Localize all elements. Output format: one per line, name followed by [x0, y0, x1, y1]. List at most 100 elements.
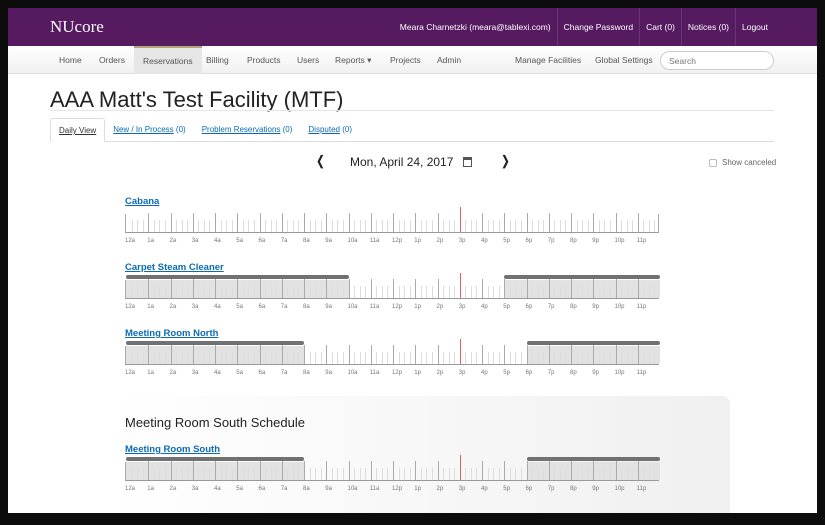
tick — [192, 345, 194, 364]
change-password-link[interactable]: Change Password — [556, 8, 639, 46]
tick — [632, 468, 634, 480]
user-name-link[interactable]: Meara Charnetzki (meara@tablexi.com) — [394, 8, 557, 46]
previous-day-button[interactable]: ❬ — [315, 153, 326, 169]
tick — [176, 220, 178, 232]
tab-problem-reservations[interactable]: Problem Reservations (0) — [194, 118, 301, 142]
hour-label: 1a — [147, 238, 154, 244]
nav-users[interactable]: Users — [297, 46, 319, 74]
tick — [142, 220, 144, 232]
timeline-bar[interactable] — [125, 207, 659, 233]
tick — [337, 286, 339, 298]
tick — [270, 286, 272, 298]
hour-label: 12p — [392, 370, 403, 376]
hour-label: 6p — [525, 486, 533, 492]
tick — [231, 286, 233, 298]
tick — [654, 352, 656, 364]
tick — [615, 345, 617, 364]
tick — [381, 352, 383, 364]
tick — [164, 286, 166, 298]
tick — [643, 220, 645, 232]
tab-disputed[interactable]: Disputed (0) — [300, 118, 360, 142]
nav-admin[interactable]: Admin — [437, 46, 461, 74]
tick — [337, 468, 339, 480]
tick — [354, 286, 356, 298]
tick — [131, 220, 133, 232]
tick — [537, 352, 539, 364]
tick — [304, 279, 305, 298]
logo[interactable]: NUcore — [50, 17, 104, 37]
hour-label: 5p — [503, 370, 510, 376]
tick — [198, 352, 200, 364]
nav-home[interactable]: Home — [59, 46, 82, 74]
tick — [420, 286, 422, 298]
hour-label: 5a — [236, 370, 243, 376]
tick — [237, 345, 239, 364]
hour-label: 10p — [614, 486, 625, 492]
resource-link[interactable]: Meeting Room South — [125, 444, 220, 455]
tick — [215, 461, 216, 480]
tick — [437, 213, 439, 232]
tick — [365, 352, 367, 364]
hour-label: 2p — [436, 370, 444, 376]
tick — [470, 352, 472, 364]
logout-link[interactable]: Logout — [735, 8, 774, 46]
tick — [226, 286, 228, 298]
tick — [281, 345, 283, 364]
nav-global-settings[interactable]: Global Settings — [595, 46, 653, 74]
tab-daily-view[interactable]: Daily View — [50, 118, 106, 142]
nav-products[interactable]: Products — [247, 46, 281, 74]
checkbox-icon[interactable] — [709, 158, 717, 167]
tick — [637, 345, 639, 364]
cart-link[interactable]: Cart (0) — [639, 8, 681, 46]
hour-label: 11p — [636, 486, 647, 492]
search-input[interactable] — [660, 51, 774, 70]
tick — [398, 220, 400, 232]
tick — [376, 468, 378, 480]
tick — [142, 352, 144, 364]
calendar-icon[interactable] — [463, 157, 472, 167]
hour-label: 10a — [347, 304, 358, 310]
tick — [604, 468, 606, 480]
nav-manage-facilities[interactable]: Manage Facilities — [515, 46, 581, 74]
tick — [181, 220, 183, 232]
top-header: NUcore Meara Charnetzki (meara@tablexi.c… — [8, 8, 817, 46]
tick — [576, 220, 578, 232]
notices-link[interactable]: Notices (0) — [680, 8, 735, 46]
tick — [420, 352, 422, 364]
tick — [509, 286, 511, 298]
resource-link[interactable]: Meeting Room North — [125, 328, 218, 339]
tick — [170, 213, 172, 232]
nav-projects[interactable]: Projects — [390, 46, 421, 74]
tick — [626, 220, 628, 232]
nav-reports-dropdown[interactable]: Reports ▾ — [335, 46, 371, 74]
timeline-bar[interactable] — [125, 339, 660, 365]
tick — [342, 286, 344, 298]
tick — [220, 220, 222, 232]
tab-new-in-process[interactable]: New / In Process (0) — [105, 118, 193, 142]
tick — [304, 213, 305, 232]
tick — [443, 220, 445, 232]
nav-orders[interactable]: Orders — [99, 46, 125, 74]
resource-link[interactable]: Carpet Steam Cleaner — [125, 262, 224, 273]
nav-reservations[interactable]: Reservations — [134, 46, 202, 74]
hour-label: 11p — [636, 238, 647, 244]
show-canceled-checkbox[interactable]: Show canceled — [709, 158, 776, 167]
hour-label: 4a — [214, 486, 221, 492]
current-time-marker — [459, 207, 461, 232]
timeline-bar[interactable] — [125, 273, 660, 299]
tick — [342, 220, 344, 232]
next-day-button[interactable]: ❭ — [500, 153, 511, 169]
hour-label: 8a — [303, 486, 310, 492]
tick — [148, 345, 150, 364]
hour-label: 6a — [258, 304, 266, 310]
tick — [192, 279, 194, 298]
resource-link[interactable]: Cabana — [125, 196, 159, 207]
tick — [454, 286, 456, 298]
hour-label: 1p — [414, 370, 421, 376]
tick — [209, 468, 211, 480]
hour-label: 10p — [614, 304, 625, 310]
timeline-bar[interactable] — [125, 455, 660, 481]
nav-billing[interactable]: Billing — [206, 46, 229, 74]
tick — [153, 468, 155, 480]
tick — [559, 352, 561, 364]
